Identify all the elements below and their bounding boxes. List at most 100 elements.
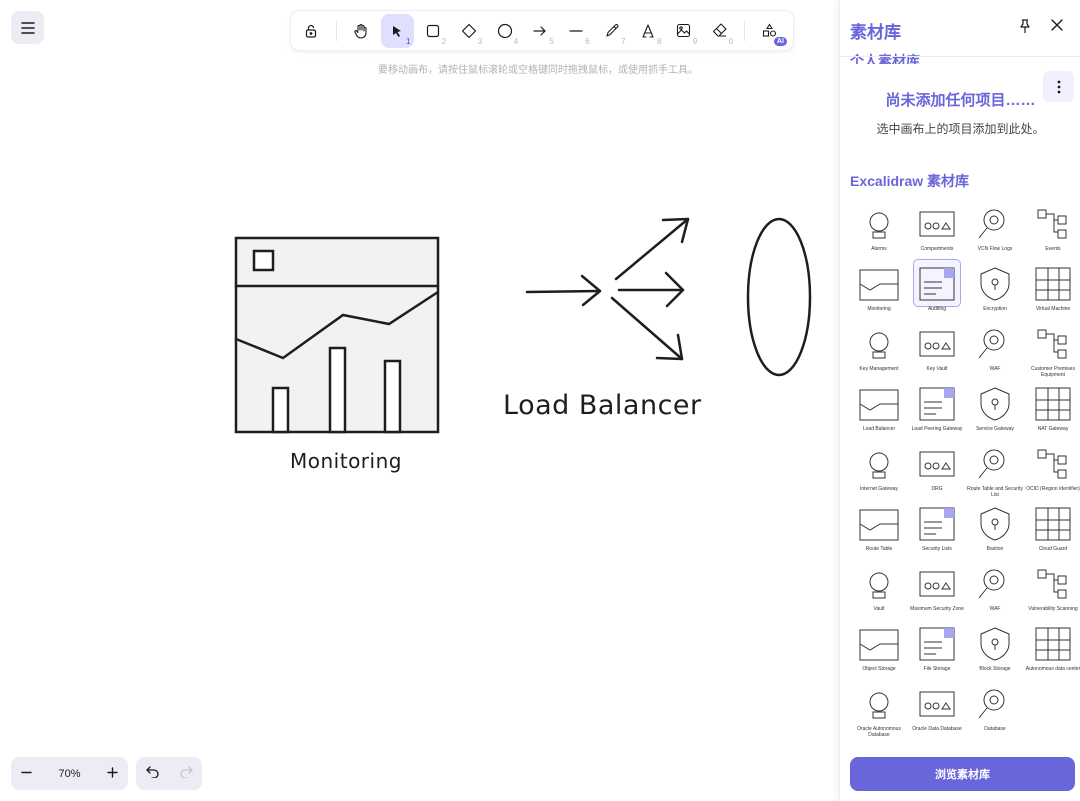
zoom-out-button[interactable]	[21, 765, 32, 783]
library-item-thumbnail	[914, 680, 960, 726]
panel-divider	[840, 56, 1080, 57]
library-item[interactable]: Database	[966, 680, 1024, 740]
extra-tools-button[interactable]: AI	[753, 14, 787, 48]
selection-icon	[393, 25, 402, 37]
browse-libraries-button[interactable]: 浏览素材库	[850, 757, 1075, 791]
shortcut-key: 6	[585, 36, 590, 46]
library-item[interactable]: NAT Gateway	[1024, 380, 1080, 440]
library-item[interactable]: Load Peering Gateway	[908, 380, 966, 440]
undo-icon	[145, 765, 159, 779]
undo-button[interactable]	[145, 765, 160, 783]
library-item[interactable]: Route Table	[850, 500, 908, 560]
arrow-tool-button[interactable]: 5	[524, 14, 557, 48]
library-item[interactable]: WAF	[966, 560, 1024, 620]
library-item[interactable]: Key Vault	[908, 320, 966, 380]
library-item-label: Vault	[873, 606, 885, 612]
close-button[interactable]	[1050, 18, 1064, 37]
library-item-label: DRG	[931, 486, 943, 492]
plus-icon	[107, 766, 118, 778]
ellipse-icon	[497, 23, 512, 38]
pin-button[interactable]	[1018, 18, 1032, 39]
library-item-thumbnail	[914, 500, 960, 546]
library-item-label: Oracle Data Database	[912, 726, 962, 732]
zoom-level[interactable]: 70%	[58, 768, 80, 780]
library-item	[1024, 680, 1080, 740]
library-item-thumbnail	[856, 560, 902, 606]
text-tool-button[interactable]: 8	[632, 14, 665, 48]
text-icon	[642, 23, 654, 38]
library-item[interactable]: Load Balancer	[850, 380, 908, 440]
library-item-thumbnail	[972, 200, 1018, 246]
pencil-tool-button[interactable]: 7	[596, 14, 629, 48]
library-item-label: Internet Gateway	[859, 486, 899, 492]
load-balancer-label[interactable]: Load Balancer	[503, 390, 702, 421]
ellipse-tool-button[interactable]: 4	[488, 14, 521, 48]
library-item[interactable]: Key Management	[850, 320, 908, 380]
ellipse-shape[interactable]	[746, 217, 812, 377]
line-tool-button[interactable]: 6	[560, 14, 593, 48]
image-tool-button[interactable]: 9	[667, 14, 700, 48]
main-menu-button[interactable]	[11, 11, 44, 44]
library-item[interactable]: Route Table and Security List	[966, 440, 1024, 500]
eraser-icon	[712, 23, 727, 37]
drawing-canvas[interactable]	[0, 0, 838, 801]
library-item[interactable]: Vault	[850, 560, 908, 620]
library-item[interactable]: Cloud Guard	[1024, 500, 1080, 560]
library-item-label: Cloud Guard	[1038, 546, 1068, 552]
library-item[interactable]: Customer Premises Equipment	[1024, 320, 1080, 380]
arrow-icon	[533, 25, 547, 36]
canvas-hint: 要移动画布，请按住鼠标滚轮或空格键同时拖拽鼠标，或使用抓手工具。	[378, 65, 698, 76]
library-item-thumbnail	[972, 320, 1018, 366]
shortcut-key: 5	[549, 36, 554, 46]
library-item[interactable]: Events	[1024, 200, 1080, 260]
library-item-thumbnail	[1030, 260, 1076, 306]
diamond-icon	[461, 23, 476, 38]
library-item[interactable]: Maximum Security Zone	[908, 560, 966, 620]
library-item-thumbnail	[914, 320, 960, 366]
library-item[interactable]: Virtual Machine	[1024, 260, 1080, 320]
hand-tool-button[interactable]	[345, 14, 378, 48]
library-item[interactable]: Compartments	[908, 200, 966, 260]
library-item[interactable]: Oracle Data Database	[908, 680, 966, 740]
library-item[interactable]: DRG	[908, 440, 966, 500]
zoom-in-button[interactable]	[107, 765, 118, 783]
library-item[interactable]: Internet Gateway	[850, 440, 908, 500]
library-item-label: Autonomous data center	[1025, 666, 1080, 672]
redo-button[interactable]	[179, 765, 193, 783]
library-item-label: File Storage	[923, 666, 951, 672]
library-item[interactable]: VCN Flow Logs	[966, 200, 1024, 260]
library-item[interactable]: File Storage	[908, 620, 966, 680]
personal-library-title: 个人素材库	[850, 53, 920, 64]
library-item-thumbnail	[1030, 500, 1076, 546]
library-item-label: Load Peering Gateway	[911, 426, 963, 432]
selection-tool-button[interactable]: 1	[380, 13, 414, 48]
library-item-label: Database	[984, 726, 1006, 732]
monitoring-shape[interactable]	[234, 236, 440, 434]
library-item[interactable]: OCID (Region Identifier)	[1024, 440, 1080, 500]
library-item[interactable]: Block Storage	[966, 620, 1024, 680]
library-item-thumbnail	[1030, 380, 1076, 426]
library-item[interactable]: Service Gateway	[966, 380, 1024, 440]
diamond-tool-button[interactable]: 3	[452, 14, 485, 48]
library-item[interactable]: Alarms	[850, 200, 908, 260]
library-item-thumbnail	[856, 500, 902, 546]
library-item[interactable]: Object Storage	[850, 620, 908, 680]
shortcut-key: 9	[692, 36, 698, 46]
lock-tool-button[interactable]	[295, 14, 328, 48]
eraser-tool-button[interactable]: 0	[703, 14, 736, 48]
rectangle-tool-button[interactable]: 2	[417, 14, 450, 48]
monitoring-label[interactable]: Monitoring	[290, 449, 402, 473]
library-item[interactable]: Monitoring	[850, 260, 908, 320]
library-item[interactable]: Autonomous data center	[1024, 620, 1080, 680]
library-item[interactable]: Auditing	[908, 259, 966, 320]
library-item[interactable]: WAF	[966, 320, 1024, 380]
pin-icon	[1020, 19, 1030, 33]
library-item-label: Encryption	[983, 306, 1007, 312]
library-item[interactable]: Oracle Autonomous Database	[850, 680, 908, 740]
load-balancer-shape[interactable]	[525, 217, 690, 361]
library-item[interactable]: Vulnerability Scanning	[1024, 560, 1080, 620]
library-item[interactable]: Bastion	[966, 500, 1024, 560]
library-item[interactable]: Security Lists	[908, 500, 966, 560]
library-item[interactable]: Encryption	[966, 260, 1024, 320]
library-item-thumbnail	[856, 380, 902, 426]
